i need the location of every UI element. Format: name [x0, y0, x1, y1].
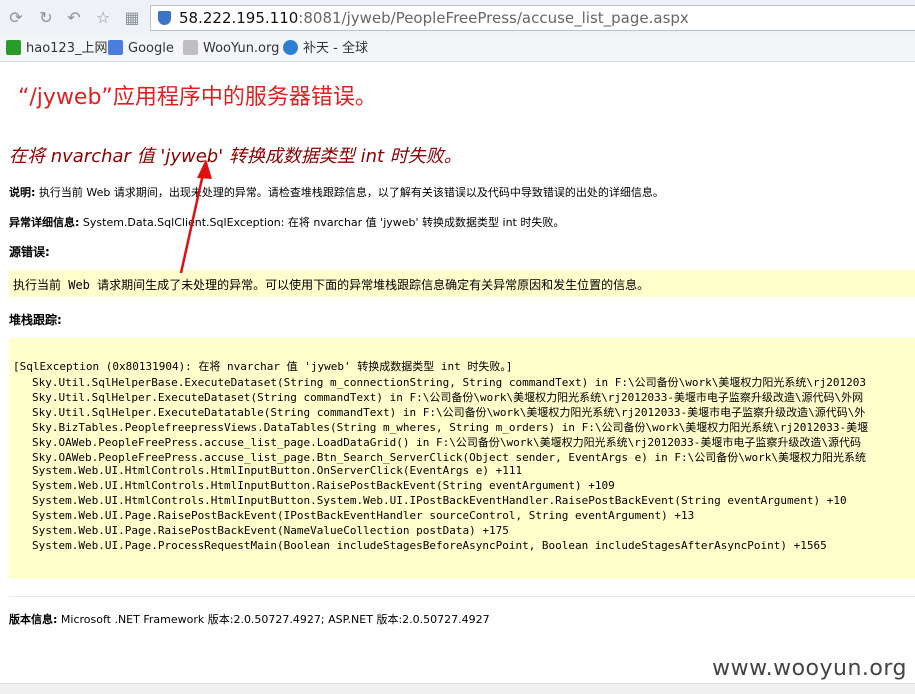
bookmark-google[interactable]: Google	[108, 40, 174, 58]
bookmark-label: hao123_上网	[26, 41, 108, 56]
address-bar[interactable]: 58.222.195.110:8081/jyweb/PeopleFreePres…	[150, 5, 915, 31]
wooyun-icon	[183, 40, 198, 55]
grid-apps-icon[interactable]: ▦	[122, 8, 142, 28]
page-content: “/jyweb”应用程序中的服务器错误。 在将 nvarchar 值 'jywe…	[0, 62, 915, 694]
bookmark-hao123[interactable]: hao123_上网	[6, 40, 107, 58]
bookmark-label: Google	[128, 41, 174, 56]
hao123-icon	[6, 40, 21, 55]
watermark: www.wooyun.org	[712, 656, 907, 681]
browser-toolbar: ⟳ ↻ ↶ ☆ ▦ 58.222.195.110:8081/jyweb/Peop…	[0, 0, 915, 38]
bookmark-butian[interactable]: 补天 - 全球	[283, 40, 368, 58]
undo-icon[interactable]: ↶	[64, 8, 84, 28]
wifi-icon	[283, 40, 298, 55]
google-icon	[108, 40, 123, 55]
bookmarks-bar: hao123_上网 Google WooYun.org 补天 - 全球	[0, 37, 915, 62]
bookmark-wooyun[interactable]: WooYun.org	[183, 40, 279, 58]
url-text[interactable]: 58.222.195.110:8081/jyweb/PeopleFreePres…	[179, 9, 689, 27]
forward-icon[interactable]: ↻	[36, 8, 56, 28]
status-bar	[0, 683, 915, 694]
url-host: 58.222.195.110	[179, 9, 299, 27]
url-path: :8081/jyweb/PeopleFreePress/accuse_list_…	[298, 9, 689, 27]
security-shield-icon	[158, 11, 171, 25]
bookmark-label: WooYun.org	[203, 41, 280, 56]
arrow-shaft	[179, 173, 205, 274]
favorite-star-icon[interactable]: ☆	[93, 8, 113, 28]
annotation-arrow	[179, 159, 212, 274]
arrow-head	[197, 159, 212, 179]
bookmark-label: 补天 - 全球	[303, 41, 368, 56]
back-icon[interactable]: ⟳	[6, 8, 26, 28]
